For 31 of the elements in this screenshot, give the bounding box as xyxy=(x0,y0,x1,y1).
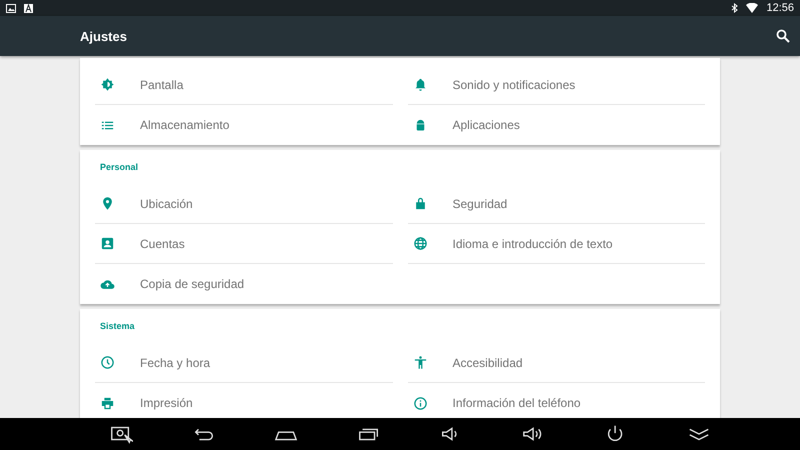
settings-item[interactable]: Accesibilidad xyxy=(452,356,523,370)
settings-item[interactable]: Pantalla xyxy=(140,78,184,92)
settings-item[interactable]: Impresión xyxy=(140,396,193,410)
settings-item[interactable]: Información del teléfono xyxy=(452,396,581,410)
settings-item[interactable]: Fecha y hora xyxy=(140,356,210,370)
image-icon xyxy=(6,4,16,12)
account-icon xyxy=(100,236,115,251)
settings-item[interactable]: Sonido y notificaciones xyxy=(452,78,576,92)
settings-item[interactable]: Cuentas xyxy=(140,236,185,250)
settings-item[interactable]: Ubicación xyxy=(140,196,193,210)
settings-item[interactable]: Aplicaciones xyxy=(452,118,520,132)
wifi-icon xyxy=(746,3,758,13)
settings-item[interactable]: Copia de seguridad xyxy=(140,277,244,291)
settings-item[interactable]: Idioma e introducción de texto xyxy=(452,236,613,250)
clock-time: 12:56 xyxy=(766,2,794,14)
text-app-icon xyxy=(24,4,33,12)
location-pin-icon xyxy=(100,196,115,211)
app-title: Ajustes xyxy=(80,28,128,44)
bluetooth-icon xyxy=(731,3,738,13)
globe-icon xyxy=(412,236,428,251)
search-icon[interactable] xyxy=(776,29,790,43)
section-header: Sistema xyxy=(99,320,136,333)
brightness-icon xyxy=(100,77,115,92)
accessibility-icon xyxy=(412,355,428,370)
section-header: Personal xyxy=(99,161,140,174)
settings-item[interactable]: Seguridad xyxy=(452,196,508,210)
settings-item[interactable]: Almacenamiento xyxy=(140,118,230,132)
bell-icon xyxy=(412,77,428,92)
info-icon xyxy=(412,396,428,410)
printer-icon xyxy=(100,396,115,410)
clock-icon xyxy=(100,355,115,370)
